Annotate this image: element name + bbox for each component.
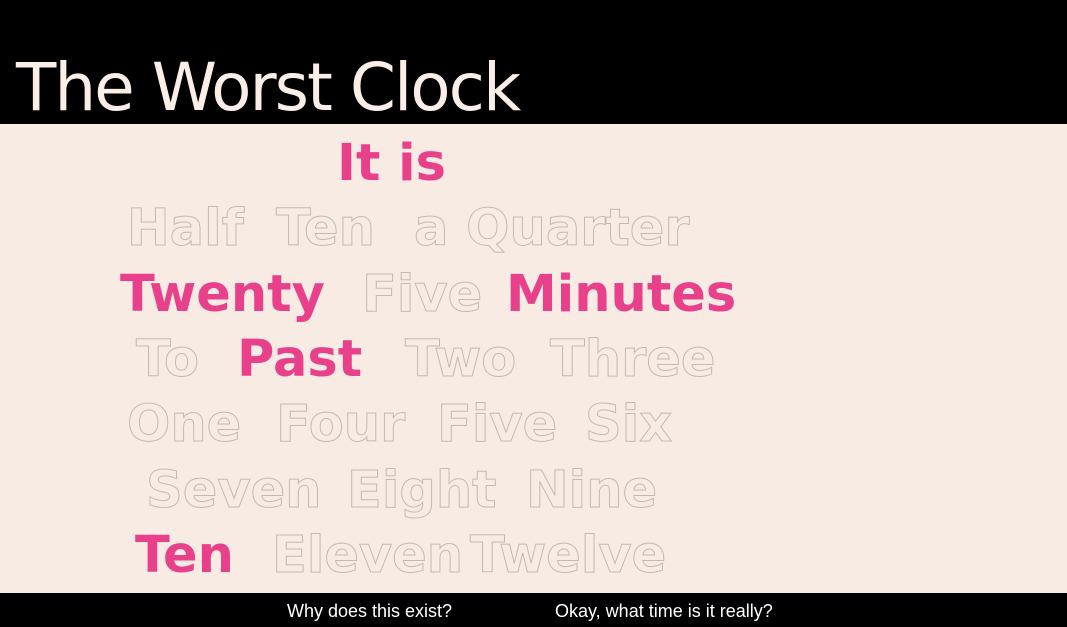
word-a-quarter: a Quarter: [414, 199, 691, 259]
what-time-is-it-really-link[interactable]: Okay, what time is it really?: [555, 600, 773, 622]
word-four: Four: [275, 395, 406, 455]
word-ten-minutes: Ten: [276, 199, 376, 259]
word-twelve: Twelve: [469, 526, 667, 586]
word-seven: Seven: [145, 461, 322, 521]
word-eight: Eight: [347, 461, 498, 521]
why-does-this-exist-link[interactable]: Why does this exist?: [287, 600, 452, 622]
page: The Worst Clock It is Half Ten a Quarter…: [0, 0, 1067, 627]
header: The Worst Clock: [0, 0, 1067, 126]
word-one: One: [126, 395, 242, 455]
word-it-is: It is: [337, 134, 446, 193]
word-five-hour: Five: [436, 395, 558, 455]
word-half: Half: [127, 199, 245, 259]
word-minutes: Minutes: [506, 265, 737, 324]
word-nine: Nine: [525, 461, 658, 521]
word-two: Two: [404, 330, 517, 390]
footer: Why does this exist? Okay, what time is …: [0, 593, 1067, 627]
word-twenty: Twenty: [120, 265, 325, 324]
page-title: The Worst Clock: [16, 49, 521, 126]
word-to: To: [135, 330, 200, 390]
word-clock: It is Half Ten a Quarter Twenty Five Min…: [0, 124, 1067, 593]
word-five-minutes: Five: [361, 265, 483, 325]
word-three: Three: [549, 330, 716, 390]
word-past: Past: [237, 330, 363, 389]
word-eleven: Eleven: [271, 526, 464, 586]
word-six: Six: [584, 395, 673, 455]
word-ten-hour: Ten: [135, 526, 234, 585]
